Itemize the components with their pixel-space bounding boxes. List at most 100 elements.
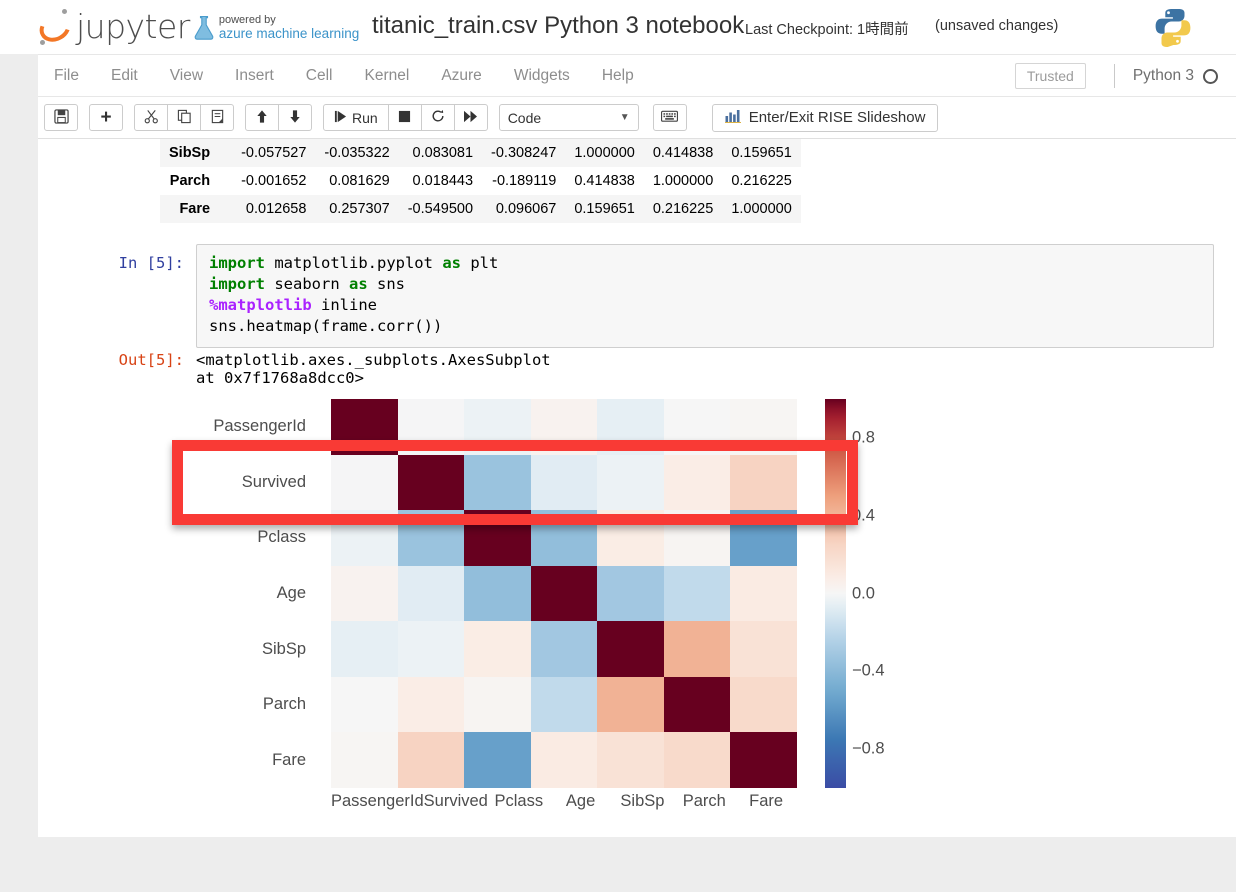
heatmap-cell bbox=[464, 732, 531, 788]
heatmap-cell bbox=[663, 621, 731, 677]
menu-azure[interactable]: Azure bbox=[425, 61, 498, 91]
heatmap-y-tick-label: PassengerId bbox=[213, 417, 306, 436]
kernel-name-label: Python 3 bbox=[1132, 67, 1194, 84]
heatmap-y-tick-label: SibSp bbox=[261, 639, 306, 658]
heatmap-cell bbox=[730, 732, 797, 788]
heatmap-x-tick-label: Parch bbox=[682, 792, 726, 810]
heatmap-cell bbox=[397, 565, 465, 622]
bar-chart-icon bbox=[724, 109, 741, 127]
heatmap-cell bbox=[663, 454, 731, 511]
table-cell: -0.001652 bbox=[241, 173, 307, 189]
toolbar-group-keyboard bbox=[652, 104, 687, 131]
heatmap-cell bbox=[663, 510, 731, 566]
trusted-badge[interactable]: Trusted bbox=[1014, 63, 1086, 89]
unsaved-changes-label: (unsaved changes) bbox=[935, 18, 1059, 34]
corr-table: SibSp -0.057527 -0.035322 0.083081 -0.308247… bbox=[160, 139, 801, 223]
page-header: jupyter powered by azure machine learnin… bbox=[0, 0, 1236, 54]
heatmap-cell bbox=[597, 565, 664, 622]
heatmap-cell bbox=[397, 510, 465, 566]
fast-forward-icon bbox=[463, 110, 478, 126]
table-row: SibSp -0.057527 -0.035322 0.083081 -0.308247… bbox=[160, 139, 801, 167]
correlation-dataframe-output: SibSp -0.057527 -0.035322 0.083081 -0.308247… bbox=[160, 139, 801, 223]
table-row: Parch -0.001652 0.081629 0.018443 -0.189119 0… bbox=[160, 167, 801, 195]
toolbar-group-clipboard bbox=[134, 104, 234, 131]
colorbar-tick-label: 0.4 bbox=[852, 506, 875, 525]
jupyter-mark-icon bbox=[34, 7, 76, 47]
heatmap-colorbar bbox=[825, 399, 846, 788]
heatmap-cell bbox=[331, 676, 398, 733]
interrupt-kernel-button[interactable] bbox=[387, 104, 422, 131]
azure-ml-label: azure machine learning bbox=[218, 25, 360, 41]
menu-cell[interactable]: Cell bbox=[290, 61, 349, 91]
menu-divider bbox=[1113, 64, 1115, 88]
rise-slideshow-button[interactable]: Enter/Exit RISE Slideshow bbox=[711, 103, 939, 132]
heatmap-x-tick-label: Survived bbox=[423, 792, 488, 810]
stop-square-icon bbox=[398, 110, 411, 126]
heatmap-cell bbox=[464, 565, 531, 622]
run-icon bbox=[334, 110, 347, 126]
restart-circle-icon bbox=[431, 109, 445, 126]
heatmap-cell bbox=[597, 399, 664, 455]
toolbar-group-run: Run bbox=[323, 104, 488, 131]
flask-icon bbox=[194, 15, 216, 41]
table-cell: 0.012658 bbox=[245, 201, 307, 217]
menu-widgets[interactable]: Widgets bbox=[498, 61, 586, 91]
run-button[interactable]: Run bbox=[323, 104, 389, 131]
heatmap-cell bbox=[397, 732, 465, 788]
heatmap-cell bbox=[331, 510, 398, 566]
command-palette-button[interactable] bbox=[652, 104, 687, 131]
move-cell-down-button[interactable] bbox=[278, 104, 312, 131]
move-cell-up-button[interactable] bbox=[245, 104, 279, 131]
insert-cell-below-button[interactable]: + bbox=[89, 104, 123, 131]
restart-kernel-button[interactable] bbox=[420, 104, 455, 131]
menu-help[interactable]: Help bbox=[586, 61, 650, 91]
menu-kernel[interactable]: Kernel bbox=[349, 61, 426, 91]
heatmap-cell bbox=[530, 621, 598, 677]
menu-edit[interactable]: Edit bbox=[95, 61, 154, 91]
save-button[interactable] bbox=[44, 104, 78, 131]
menu-view[interactable]: View bbox=[154, 61, 219, 91]
heatmap-x-axis: PassengerId Survived Pclass Age SibSp Parch Fa… bbox=[331, 792, 797, 820]
menu-insert[interactable]: Insert bbox=[219, 61, 290, 91]
keyboard-icon bbox=[661, 110, 679, 126]
table-cell: 0.081629 bbox=[329, 173, 390, 189]
jupyter-wordmark: jupyter bbox=[76, 7, 190, 46]
heatmap-x-tick-label: SibSp bbox=[620, 792, 665, 810]
heatmap-cell bbox=[730, 510, 797, 566]
heatmap-cell bbox=[597, 510, 664, 566]
toolbar-group-move bbox=[245, 104, 312, 131]
run-label: Run bbox=[352, 109, 378, 126]
heatmap-y-tick-label: Age bbox=[276, 584, 306, 603]
heatmap-cell bbox=[464, 454, 531, 511]
menu-file[interactable]: File bbox=[38, 61, 95, 91]
table-cell: 1.000000 bbox=[731, 201, 792, 217]
heatmap-cell bbox=[730, 621, 797, 677]
colorbar-tick-label: 0.8 bbox=[852, 428, 875, 447]
cell-type-select[interactable]: Code ▼ bbox=[498, 104, 639, 131]
cut-button[interactable] bbox=[134, 104, 168, 131]
table-cell: -0.308247 bbox=[491, 145, 557, 161]
copy-button[interactable] bbox=[167, 104, 201, 131]
heatmap-cell bbox=[331, 454, 398, 511]
azure-ml-badge: powered by azure machine learning bbox=[194, 15, 359, 41]
heatmap-cell bbox=[597, 454, 664, 511]
table-cell: 0.018443 bbox=[412, 173, 474, 189]
restart-run-all-button[interactable] bbox=[453, 104, 488, 131]
table-row-header: Parch bbox=[169, 173, 211, 189]
paste-button[interactable] bbox=[200, 104, 234, 131]
table-cell: -0.549500 bbox=[407, 201, 474, 217]
table-cell: 0.414838 bbox=[574, 173, 635, 189]
arrow-down-icon bbox=[288, 109, 302, 127]
heatmap-y-tick-label: Pclass bbox=[257, 528, 306, 547]
jupyter-logo[interactable]: jupyter powered by azure machine learnin… bbox=[34, 4, 359, 50]
code-line: import seaborn as sns bbox=[209, 275, 405, 293]
menu-bar: File Edit View Insert Cell Kernel Azure … bbox=[38, 54, 1236, 97]
heatmap-cell bbox=[597, 621, 664, 677]
toolbar: + Run Code ▼ Enter/Exit RISE Slideshow bbox=[38, 97, 1236, 139]
heatmap-y-tick-label: Parch bbox=[262, 695, 306, 714]
table-cell: -0.057527 bbox=[241, 145, 307, 161]
heatmap-cell bbox=[663, 732, 731, 788]
save-floppy-icon bbox=[53, 108, 69, 127]
notebook-title[interactable]: titanic_train.csv Python 3 notebook bbox=[372, 12, 744, 40]
code-editor[interactable]: import matplotlib.pyplot as plt import se… bbox=[196, 244, 1214, 348]
